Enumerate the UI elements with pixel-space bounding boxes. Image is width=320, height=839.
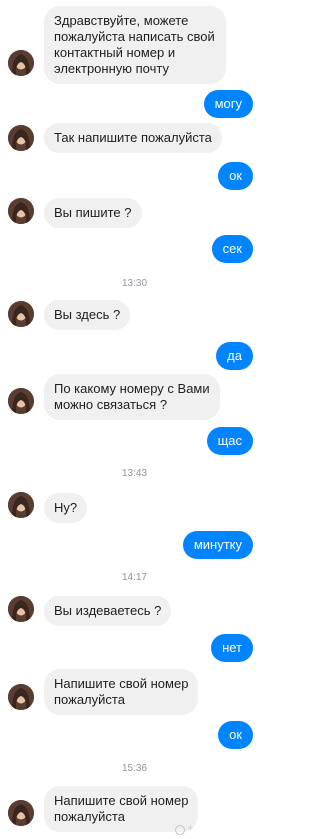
message-outgoing: минутку [182,531,253,559]
conversation: Здравствуйте, можете пожалуйста написать… [0,0,269,839]
contact-avatar-icon[interactable] [8,301,34,327]
timestamp: 14:17 [121,572,148,583]
message-incoming: Вы издеваетесь ? [44,596,172,626]
contact-avatar-icon[interactable] [8,50,34,76]
contact-avatar-icon[interactable] [8,125,34,151]
message-incoming: Ну? [44,493,88,523]
contact-avatar-icon[interactable] [8,596,34,622]
message-incoming: Напишите свой номер пожалуйста [44,786,199,832]
message-outgoing: ок [218,162,253,190]
message-incoming: Напишите свой номер пожалуйста [44,669,199,715]
message-incoming: По какому номеру с Вами можно связаться … [44,374,220,420]
contact-avatar-icon[interactable] [8,800,34,826]
message-incoming: Так напишите пожалуйста [44,123,222,153]
timestamp: 13:30 [121,278,148,289]
message-outgoing: сек [211,235,253,263]
message-outgoing: щас [206,427,253,455]
contact-avatar-icon[interactable] [8,198,34,224]
message-incoming: Вы пишите ? [44,198,142,228]
message-outgoing: нет [211,634,253,662]
message-outgoing: ок [218,721,253,749]
message-outgoing: могу [203,90,253,118]
seen-indicator-icon [175,825,185,835]
contact-avatar-icon[interactable] [8,492,34,518]
message-incoming: Вы здесь ? [44,300,131,330]
timestamp: 13:43 [121,468,148,479]
seen-more-icon: + [187,823,193,833]
contact-avatar-icon[interactable] [8,388,34,414]
message-outgoing: да [216,342,253,370]
contact-avatar-icon[interactable] [8,684,34,710]
message-incoming: Здравствуйте, можете пожалуйста написать… [44,6,226,84]
timestamp: 15:36 [121,763,148,774]
